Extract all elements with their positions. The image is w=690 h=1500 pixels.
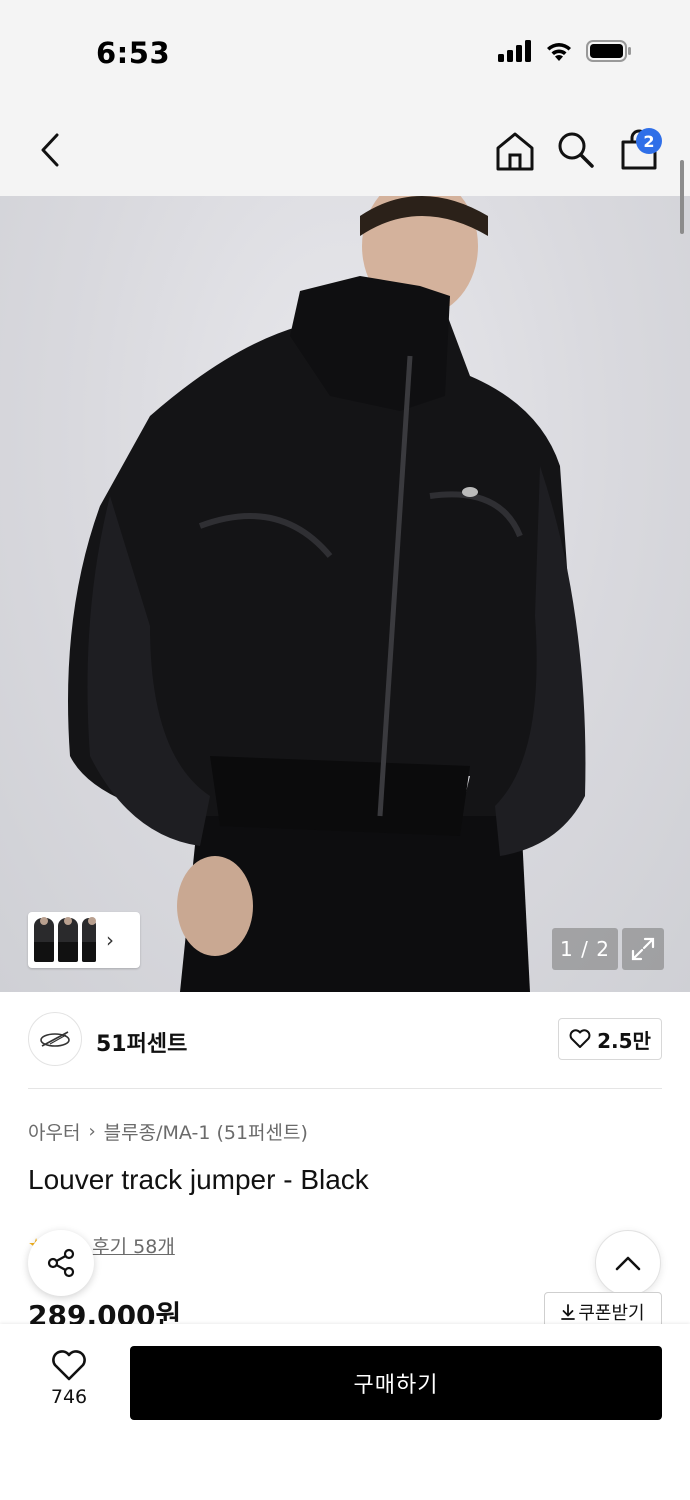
wishlist-button[interactable]: 746 xyxy=(38,1350,100,1420)
expand-image-button[interactable] xyxy=(622,928,664,970)
brand-like-button[interactable]: 2.5만 xyxy=(558,1018,662,1060)
divider xyxy=(28,1088,662,1089)
expand-icon xyxy=(631,937,655,961)
brand-row: 51퍼센트 2.5만 xyxy=(28,1012,662,1070)
back-button[interactable] xyxy=(30,128,70,172)
status-icons xyxy=(498,40,632,62)
status-time: 6:53 xyxy=(96,36,171,70)
gallery-page-counter: 1 / 2 xyxy=(552,928,618,970)
thumbnail-image[interactable] xyxy=(34,917,54,962)
review-link[interactable]: 후기 58개 xyxy=(92,1232,175,1259)
heart-icon xyxy=(569,1029,591,1048)
wishlist-count: 746 xyxy=(50,1386,88,1408)
coupon-label: 쿠폰받기 xyxy=(578,1303,645,1324)
nav-bar xyxy=(0,100,690,196)
product-image-gallery[interactable]: › 1 / 2 xyxy=(0,196,690,992)
chevron-left-icon xyxy=(41,133,59,167)
product-title: Louver track jumper - Black xyxy=(28,1164,369,1195)
breadcrumb-subcategory[interactable]: 블루종/MA-1 (51퍼센트) xyxy=(104,1118,308,1145)
battery-icon xyxy=(586,40,631,62)
share-icon xyxy=(47,1248,75,1278)
wifi-icon xyxy=(547,43,571,61)
breadcrumb-category[interactable]: 아우터 xyxy=(28,1118,80,1145)
bottom-action-bar: 746 구매하기 xyxy=(0,1324,690,1500)
heart-icon xyxy=(52,1350,86,1381)
breadcrumb: 아우터 › 블루종/MA-1 (51퍼센트) xyxy=(28,1118,308,1145)
gallery-thumbnail-strip[interactable]: › xyxy=(28,912,140,968)
product-price: 289,000원 xyxy=(28,1299,182,1324)
home-icon xyxy=(496,132,534,171)
chevron-right-icon: › xyxy=(88,1121,96,1142)
status-bar: 6:53 xyxy=(0,0,690,100)
product-photo xyxy=(68,196,586,992)
scroll-to-top-button[interactable] xyxy=(595,1230,661,1296)
signal-icon xyxy=(498,40,531,62)
brand-like-count: 2.5만 xyxy=(597,1028,651,1053)
chevron-up-icon xyxy=(615,1256,641,1271)
buy-button[interactable]: 구매하기 xyxy=(130,1346,662,1420)
brand-name[interactable]: 51퍼센트 xyxy=(96,1026,187,1058)
scroll-indicator[interactable] xyxy=(680,160,684,234)
thumbnail-image[interactable] xyxy=(82,917,96,962)
search-icon xyxy=(558,132,594,168)
search-button[interactable] xyxy=(556,130,596,170)
brand-logo-icon xyxy=(40,1031,70,1047)
chevron-right-icon: › xyxy=(106,928,114,952)
download-icon xyxy=(561,1304,576,1320)
brand-logo[interactable] xyxy=(28,1012,82,1066)
thumbnail-image[interactable] xyxy=(58,917,78,962)
home-button[interactable] xyxy=(494,130,536,172)
cart-count-badge: 2 xyxy=(636,128,662,154)
share-button[interactable] xyxy=(28,1230,94,1296)
